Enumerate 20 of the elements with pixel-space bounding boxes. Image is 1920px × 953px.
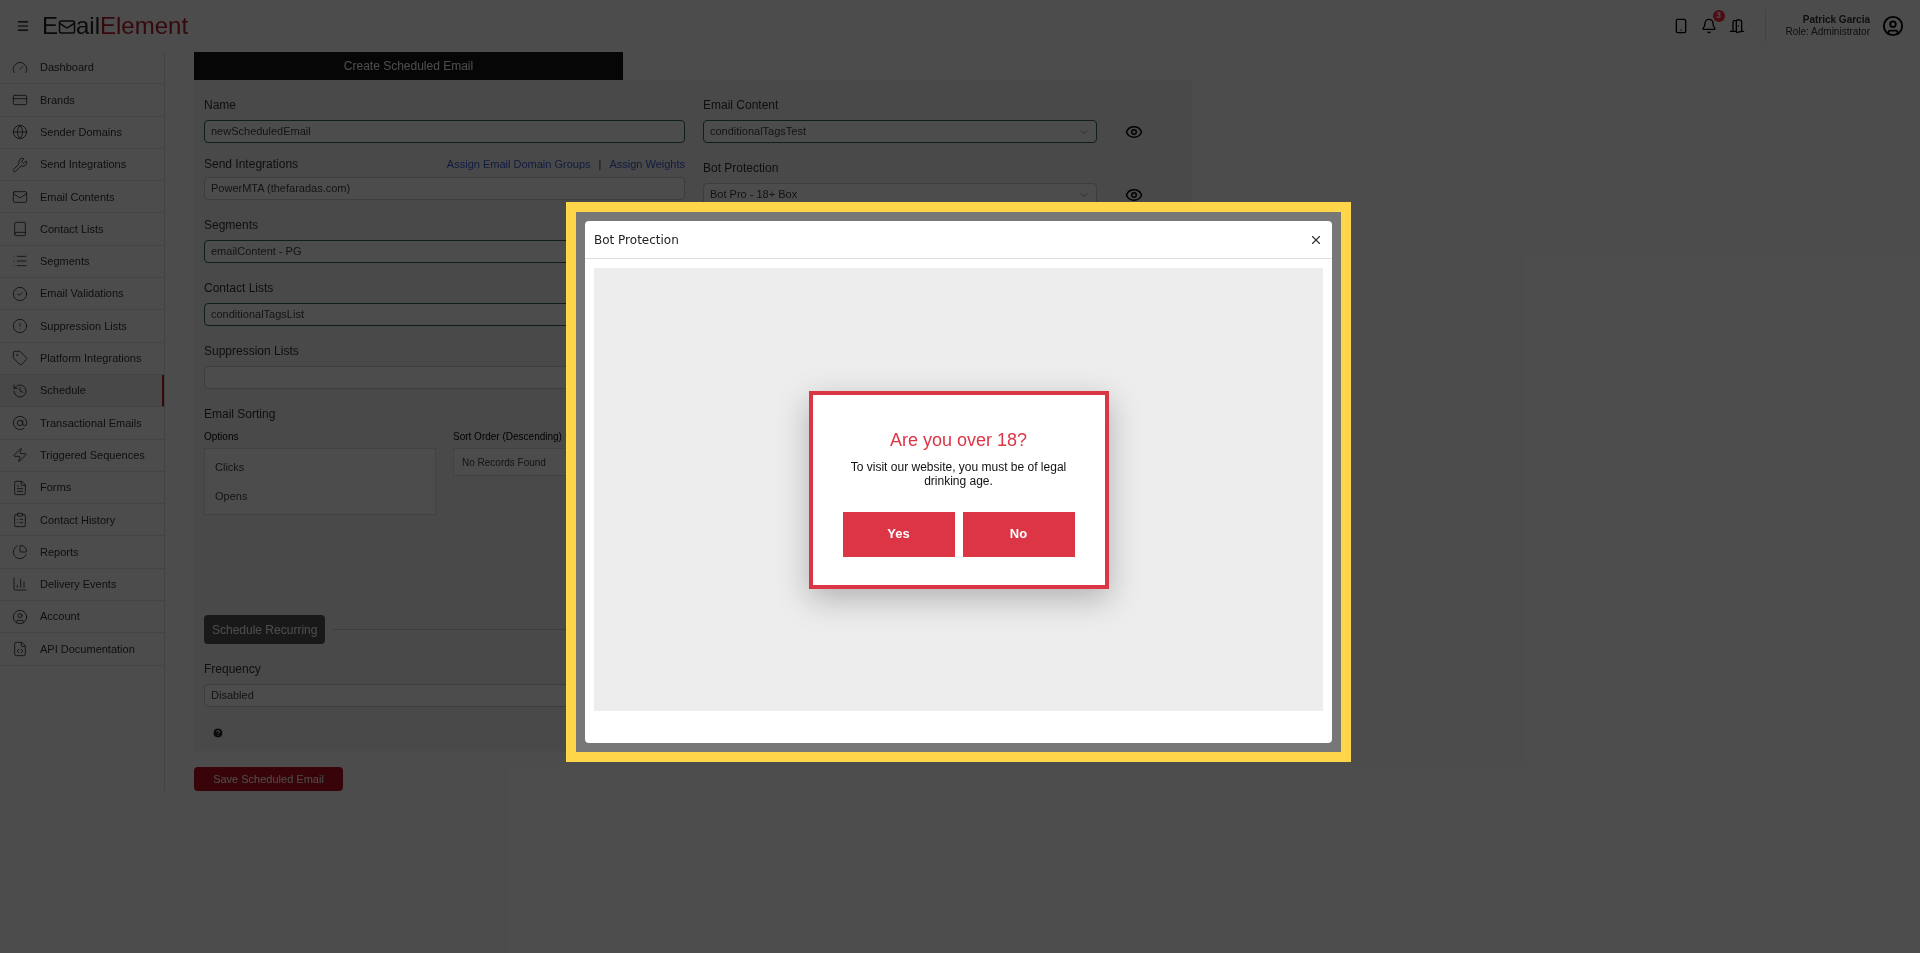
field-label: Email Sorting <box>204 407 276 421</box>
options-label: Options <box>204 430 240 444</box>
field-label: Contact Lists <box>204 281 274 295</box>
field-label: Email Content <box>703 98 779 112</box>
link-separator: | <box>598 156 602 172</box>
field-label: Frequency <box>204 662 261 676</box>
user-role: Role: Administrator <box>1785 26 1870 39</box>
user-name: Patrick Garcia <box>1801 13 1870 26</box>
answer-button[interactable]: Yes <box>842 511 955 557</box>
field-label: Suppression Lists <box>204 344 299 358</box>
modal-title: Bot Protection <box>594 231 680 249</box>
age-gate-heading: Are you over 18? <box>889 428 1028 452</box>
field-label: Send Integrations <box>204 156 300 173</box>
age-gate-message: To visit our website, you must be of legal drinking age. <box>849 459 1068 488</box>
empty-message: No Records Found <box>462 455 546 470</box>
field-label: Name <box>204 98 236 112</box>
field-label: Segments <box>204 218 259 232</box>
field-label: Bot Protection <box>703 161 779 175</box>
sort-order-label: Sort Order (Descending) <box>453 430 563 444</box>
answer-button[interactable]: No <box>962 511 1075 557</box>
